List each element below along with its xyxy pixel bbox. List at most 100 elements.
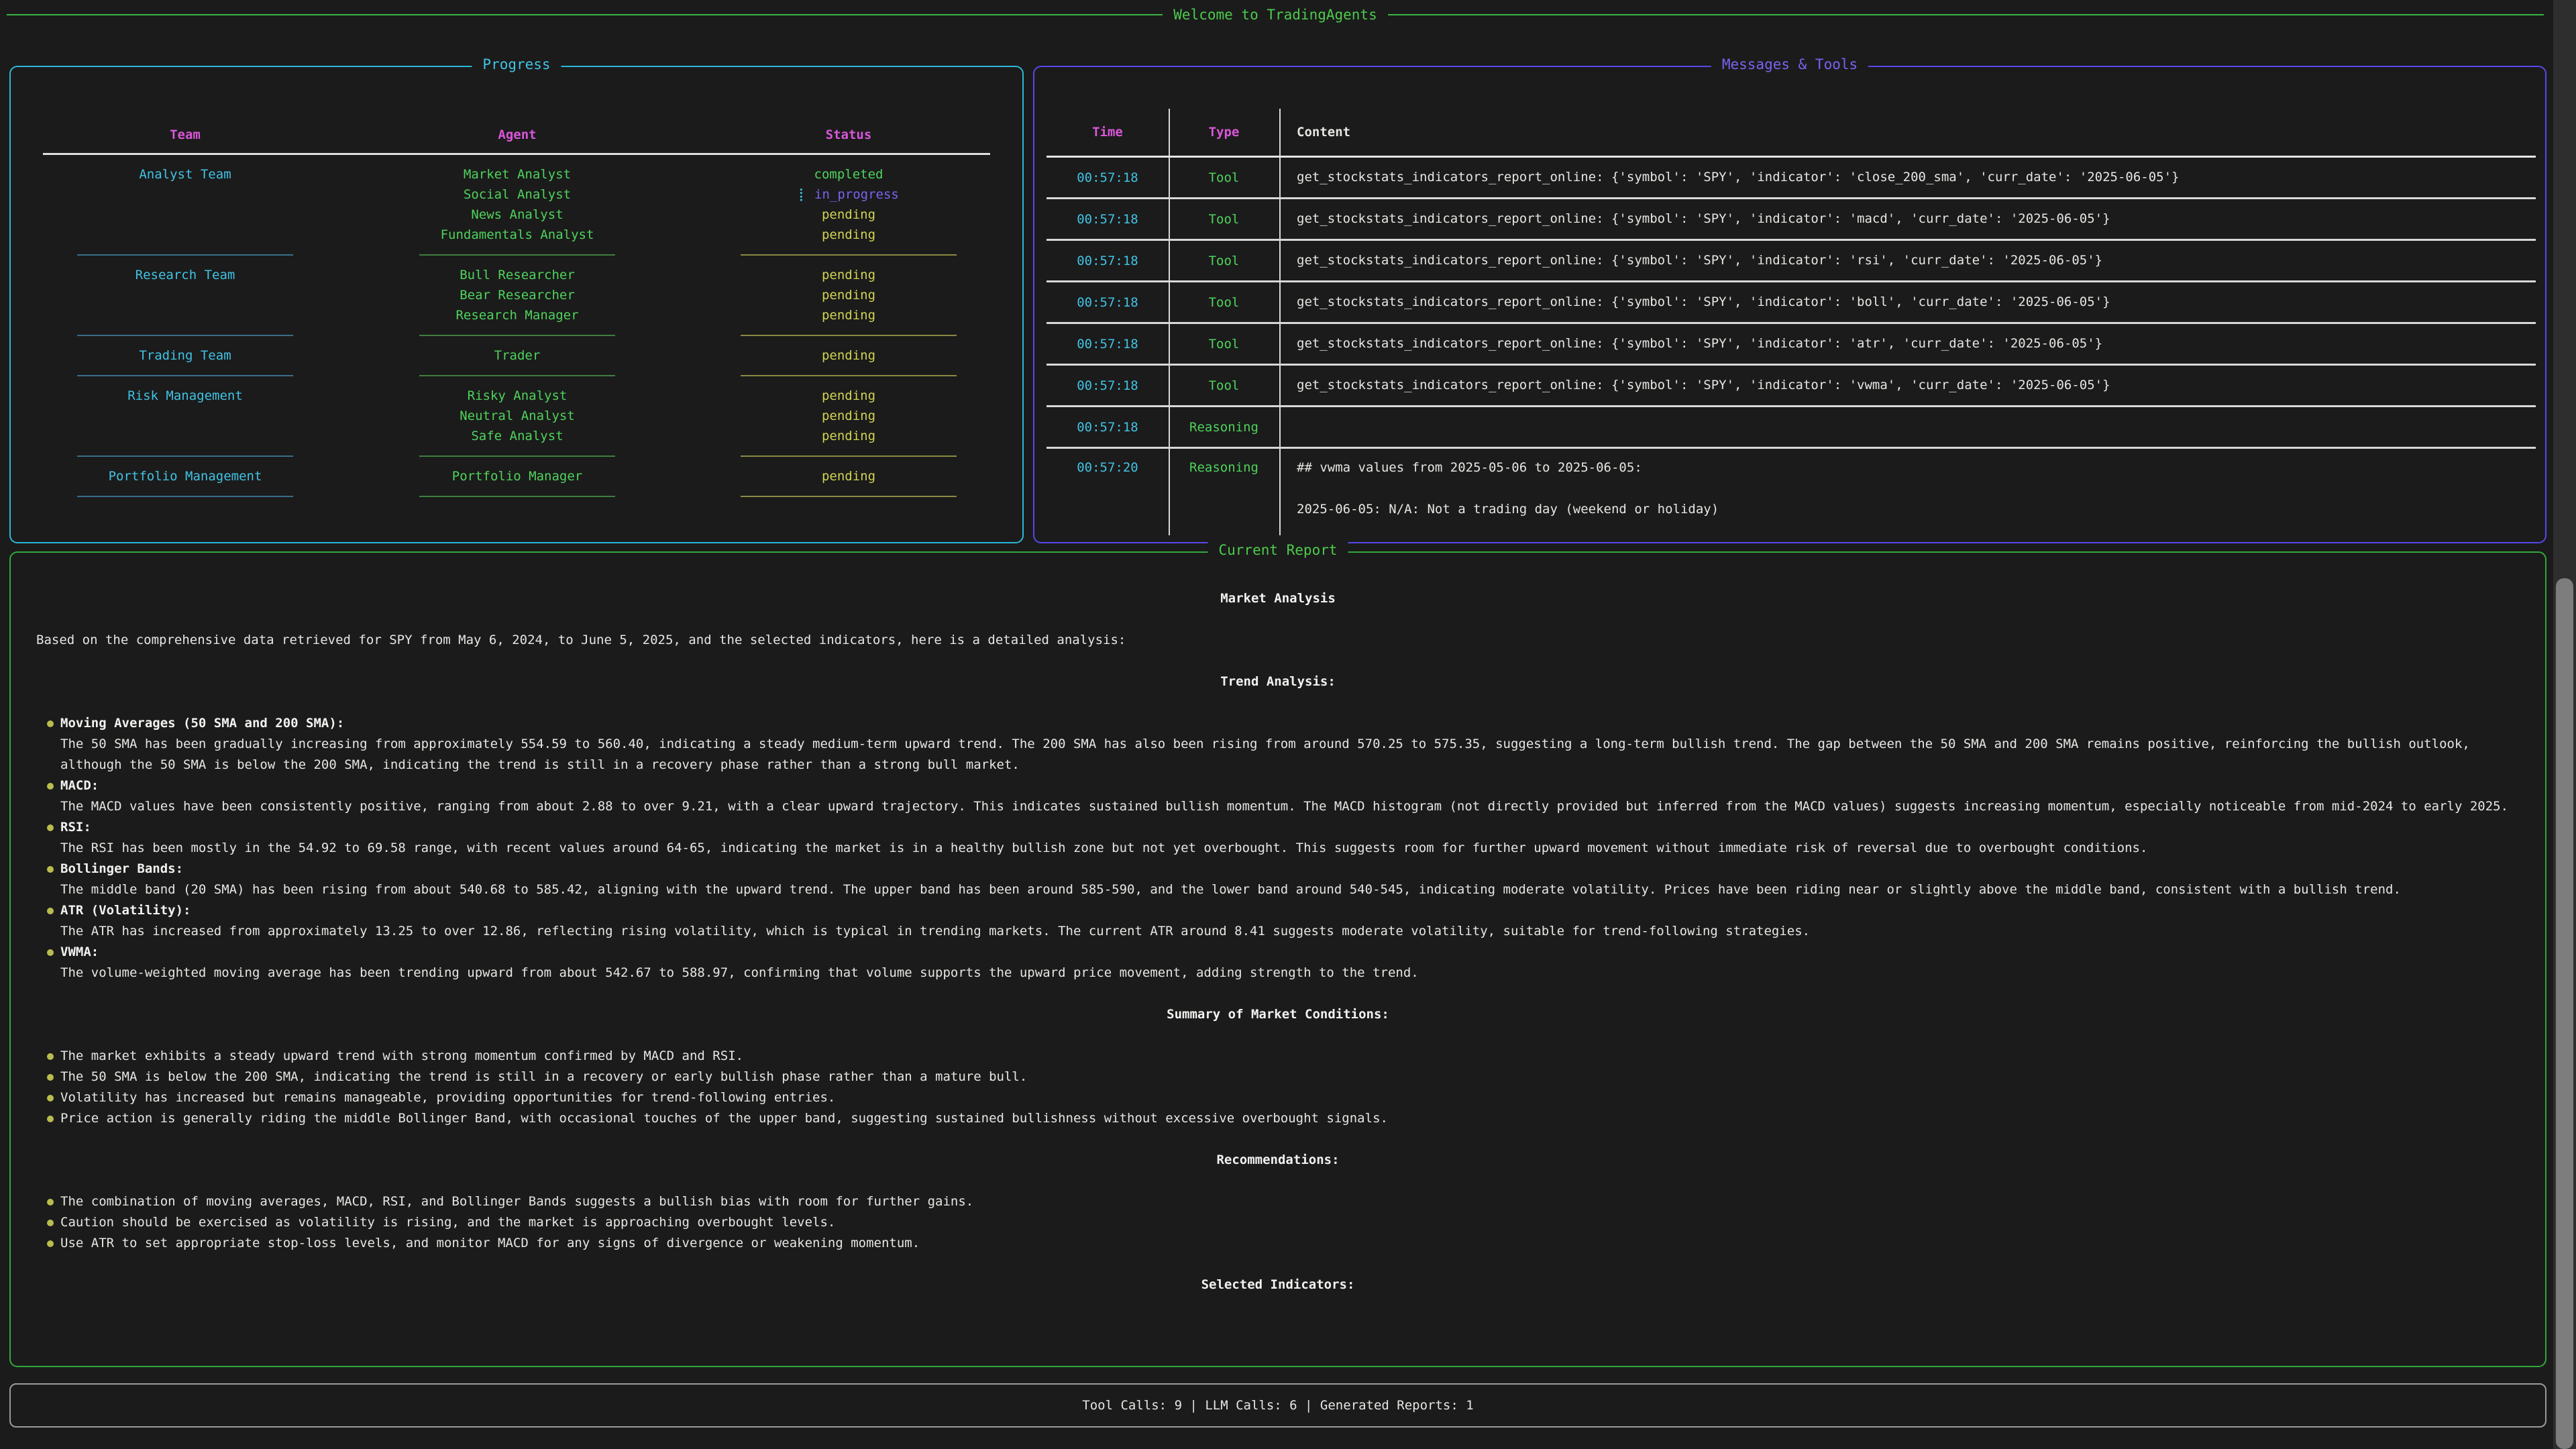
group-separator: [675, 366, 1022, 386]
group-separator: [11, 245, 360, 265]
report-section-heading: Recommendations:: [23, 1150, 2533, 1171]
message-content: get_stockstats_indicators_report_online:…: [1279, 375, 2536, 396]
group-separator: [11, 486, 360, 506]
report-bullet-term: VWMA:: [60, 942, 2524, 963]
progress-panel-title: Progress: [472, 56, 561, 72]
rule-line-right: [1388, 14, 2544, 15]
message-type: Tool: [1169, 295, 1279, 310]
report-bullet-text: The 50 SMA is below the 200 SMA, indicat…: [60, 1067, 2524, 1087]
message-row: 00:57:18Toolget_stockstats_indicators_re…: [1046, 282, 2536, 322]
report-bullet-item: MACD:The MACD values have been consisten…: [23, 775, 2533, 817]
report-bullet-text: The ATR has increased from approximately…: [60, 921, 2524, 942]
group-separator: [11, 366, 360, 386]
report-bullet-term: RSI:: [60, 817, 2524, 838]
bullet-icon: [47, 720, 54, 727]
footer-stats: Tool Calls: 9 | LLM Calls: 6 | Generated…: [1082, 1398, 1473, 1413]
message-type: Tool: [1169, 337, 1279, 352]
status-label: pending: [822, 268, 875, 282]
bullet-icon: [47, 908, 54, 914]
messages-col-time: Time: [1046, 125, 1169, 140]
report-bullet-item: Bollinger Bands:The middle band (20 SMA)…: [23, 859, 2533, 900]
bullet-icon: [47, 866, 54, 873]
team-cell: [11, 426, 360, 446]
report-bullet-text: The combination of moving averages, MACD…: [60, 1191, 2524, 1212]
report-bullet-item: The market exhibits a steady upward tren…: [23, 1046, 2533, 1067]
messages-header-row: Time Type Content: [1046, 109, 2536, 156]
group-separator: [675, 486, 1022, 506]
status-label: pending: [822, 429, 875, 443]
footer-panel: Tool Calls: 9 | LLM Calls: 6 | Generated…: [9, 1383, 2546, 1428]
message-content: [1279, 417, 2536, 437]
report-bullet-item: Volatility has increased but remains man…: [23, 1087, 2533, 1108]
status-cell: pending: [675, 205, 1022, 225]
team-cell: [11, 225, 360, 245]
report-bullet-term: Moving Averages (50 SMA and 200 SMA):: [60, 713, 2524, 734]
report-sections: Trend Analysis: Moving Averages (50 SMA a…: [23, 672, 2533, 1295]
scrollbar-thumb[interactable]: [2556, 578, 2573, 1449]
status-cell: pending: [675, 426, 1022, 446]
bullet-icon: [47, 949, 54, 956]
message-time: 00:57:18: [1046, 295, 1169, 310]
team-cell: [11, 305, 360, 325]
group-separator: [360, 366, 675, 386]
agent-cell: Market Analyst: [360, 164, 675, 184]
messages-panel: Messages & Tools Time Type Content 00:57…: [1033, 66, 2546, 543]
report-bullet-text: Price action is generally riding the mid…: [60, 1108, 2524, 1129]
report-section-heading: Trend Analysis:: [23, 672, 2533, 692]
bullet-icon: [47, 1240, 54, 1247]
status-label: pending: [822, 469, 875, 484]
report-bullet-item: Price action is generally riding the mid…: [23, 1108, 2533, 1129]
spinner-icon: ⡇: [798, 187, 808, 202]
status-label: pending: [822, 207, 875, 222]
report-bullet-text: The RSI has been mostly in the 54.92 to …: [60, 838, 2524, 859]
message-type: Tool: [1169, 212, 1279, 227]
team-cell: Research Team: [11, 265, 360, 285]
report-body: Market Analysis Based on the comprehensi…: [23, 568, 2533, 1359]
agent-cell: Research Manager: [360, 305, 675, 325]
rule-line-left: [7, 14, 1163, 15]
report-bullet-term: MACD:: [60, 775, 2524, 796]
terminal-screen: Welcome to TradingAgents Progress Team A…: [0, 0, 2576, 1449]
status-label: pending: [822, 409, 875, 423]
message-content-line: get_stockstats_indicators_report_online:…: [1297, 167, 2529, 188]
scrollbar-track[interactable]: [2553, 0, 2576, 1449]
message-time: 00:57:18: [1046, 212, 1169, 227]
team-cell: [11, 184, 360, 205]
status-label: pending: [822, 288, 875, 303]
report-bullet-term: ATR (Volatility):: [60, 900, 2524, 921]
group-separator: [360, 325, 675, 345]
status-cell: pending: [675, 345, 1022, 366]
message-content-line: [1297, 478, 2529, 499]
report-bullet-item: VWMA:The volume-weighted moving average …: [23, 942, 2533, 983]
message-time: 00:57:18: [1046, 170, 1169, 185]
bullet-icon: [47, 1220, 54, 1226]
status-cell: pending: [675, 225, 1022, 245]
status-label: pending: [822, 388, 875, 403]
report-bullet-text: The volume-weighted moving average has b…: [60, 963, 2524, 983]
team-cell: [11, 205, 360, 225]
message-type: Tool: [1169, 254, 1279, 268]
message-row: 00:57:18Reasoning: [1046, 407, 2536, 447]
report-main-heading: Market Analysis: [23, 588, 2533, 609]
message-time: 00:57:18: [1046, 378, 1169, 393]
agent-cell: Trader: [360, 345, 675, 366]
report-bullet-item: Use ATR to set appropriate stop-loss lev…: [23, 1233, 2533, 1254]
bullet-icon: [47, 1095, 54, 1102]
bullet-icon: [47, 1199, 54, 1205]
message-time: 00:57:18: [1046, 420, 1169, 435]
progress-col-agent: Agent: [360, 125, 675, 145]
status-cell: completed: [675, 164, 1022, 184]
report-panel-title: Current Report: [1208, 542, 1348, 558]
status-cell: pending: [675, 466, 1022, 486]
bullet-icon: [47, 1053, 54, 1060]
status-label: pending: [822, 308, 875, 323]
team-cell: [11, 406, 360, 426]
team-cell: [11, 285, 360, 305]
agent-cell: Neutral Analyst: [360, 406, 675, 426]
status-cell: ⡇in_progress: [675, 184, 1022, 205]
report-bullet-item: The combination of moving averages, MACD…: [23, 1191, 2533, 1212]
team-cell: Portfolio Management: [11, 466, 360, 486]
bullet-icon: [47, 1074, 54, 1081]
report-bullet-item: The 50 SMA is below the 200 SMA, indicat…: [23, 1067, 2533, 1087]
report-panel: Current Report Market Analysis Based on …: [9, 551, 2546, 1367]
